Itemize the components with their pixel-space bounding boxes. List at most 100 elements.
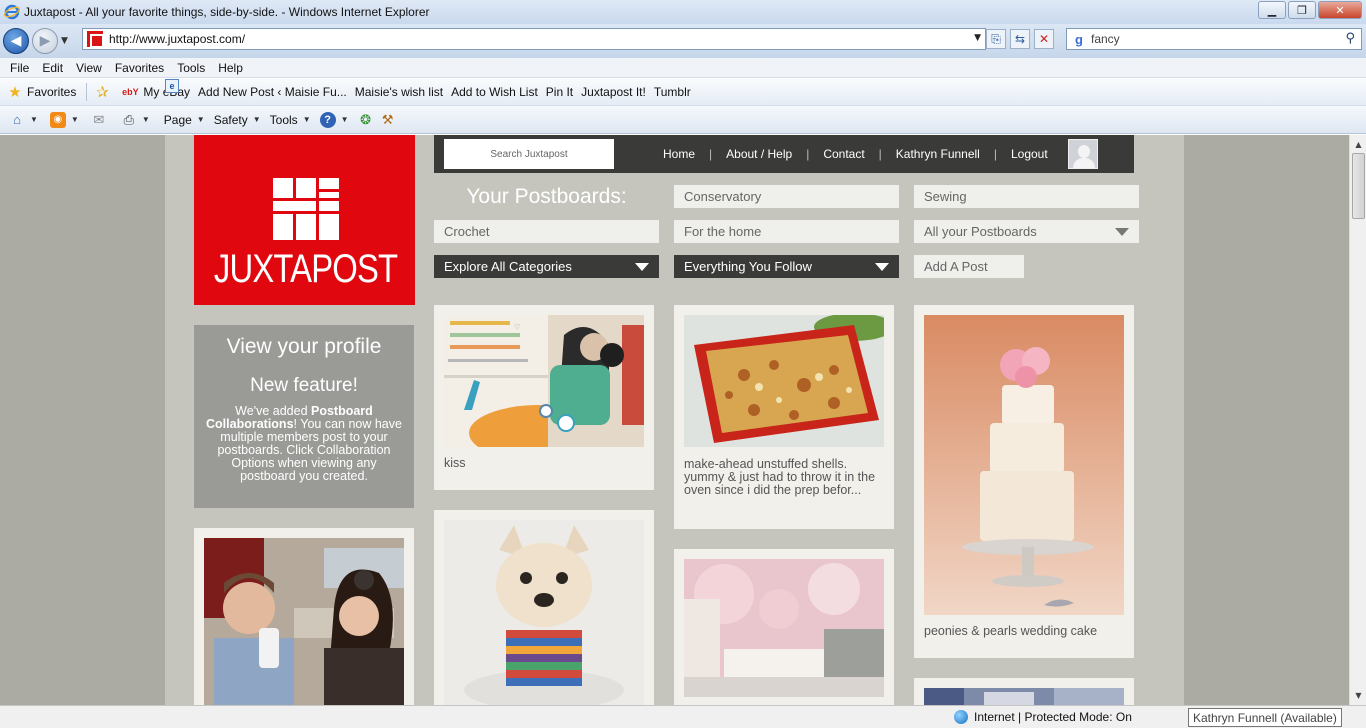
fav-link-tumblr[interactable]: e Tumblr: [165, 79, 691, 99]
fav-link-add-to-wish-list[interactable]: e Add to Wish List: [165, 79, 538, 99]
post-card[interactable]: [674, 549, 894, 705]
post-image-pasta[interactable]: [684, 315, 884, 447]
new-feature-title: New feature!: [250, 375, 358, 396]
forward-button[interactable]: ▶: [32, 28, 58, 54]
post-image-kiss[interactable]: ♡: [444, 315, 644, 447]
safety-menu[interactable]: Safety ▼: [214, 113, 261, 127]
url-text[interactable]: http://www.juxtapost.com/: [109, 32, 245, 46]
history-dropdown[interactable]: ▼: [61, 36, 68, 46]
address-dropdown[interactable]: ▼: [974, 33, 981, 43]
search-box[interactable]: g fancy ⚲: [1066, 28, 1362, 50]
address-tools: ⎘ ⇆ ✕: [986, 29, 1054, 49]
menu-edit[interactable]: Edit: [42, 61, 63, 75]
menu-help[interactable]: Help: [218, 61, 243, 75]
nav-home[interactable]: Home: [663, 147, 695, 161]
postboard-conservatory[interactable]: Conservatory: [674, 185, 899, 208]
post-image-party[interactable]: [204, 538, 404, 705]
postboards-heading: Your Postboards:: [466, 185, 627, 208]
logo-wordmark: JUXTAPOST: [213, 247, 398, 291]
research-button[interactable]: ❂: [358, 112, 374, 128]
nav-contact[interactable]: Contact: [823, 147, 864, 161]
mail-icon: ✉: [93, 111, 105, 127]
scroll-down-icon[interactable]: ▼: [1351, 688, 1366, 703]
fav-link-juxtapost-it[interactable]: e Juxtapost It!: [165, 79, 646, 99]
nav-user-name[interactable]: Kathryn Funnell: [896, 147, 980, 161]
nav-links: Home | About / Help | Contact | Kathryn …: [663, 147, 1048, 161]
tools-menu-label: Tools: [269, 112, 298, 127]
fav-link-label: Tumblr: [653, 85, 691, 99]
post-image-pink-room[interactable]: [684, 559, 884, 697]
post-image-bulldog[interactable]: [444, 520, 644, 705]
scroll-up-icon[interactable]: ▲: [1351, 137, 1366, 152]
post-card[interactable]: [434, 510, 654, 705]
post-card[interactable]: make-ahead unstuffed shells. yummy & jus…: [674, 305, 894, 529]
menu-view[interactable]: View: [76, 61, 102, 75]
nav-about-help[interactable]: About / Help: [726, 147, 792, 161]
juxtapost-page: JUXTAPOST View your profile New feature!…: [165, 135, 1184, 705]
chevron-down-icon: ▼: [30, 115, 38, 124]
postboard-crochet[interactable]: Crochet: [434, 220, 659, 243]
fav-link-my-ebay[interactable]: ebY My eBay: [122, 85, 190, 99]
addon-button[interactable]: ⚒: [380, 112, 396, 128]
fav-link-label: Add to Wish List: [451, 85, 538, 99]
site-search-input[interactable]: Search Juxtapost: [444, 139, 614, 169]
menu-tools[interactable]: Tools: [177, 61, 205, 75]
page-menu[interactable]: Page ▼: [164, 113, 205, 127]
search-magnifier-icon[interactable]: ⚲: [1345, 31, 1355, 46]
post-card[interactable]: ♡ kiss: [434, 305, 654, 490]
post-image-wedding-cake[interactable]: [924, 315, 1124, 615]
view-profile-link[interactable]: View your profile: [194, 335, 414, 359]
following-dropdown[interactable]: Everything You Follow: [674, 255, 899, 278]
fav-link-label: Add New Post ‹ Maisie Fu...: [198, 85, 347, 99]
fav-link-pin-it[interactable]: e Pin It: [165, 79, 573, 99]
tools-menu[interactable]: Tools ▼: [270, 113, 311, 127]
scroll-thumb[interactable]: [1352, 153, 1365, 219]
search-input[interactable]: fancy: [1091, 32, 1120, 46]
post-image-partial[interactable]: [924, 688, 1124, 705]
chevron-down-icon: ▼: [141, 115, 150, 124]
close-button[interactable]: ✕: [1318, 1, 1362, 19]
window-title: Juxtapost - All your favorite things, si…: [24, 5, 430, 19]
add-to-favorites-bar-button[interactable]: ✰: [95, 84, 114, 101]
read-mail-button[interactable]: ✉: [91, 112, 107, 128]
all-postboards-dropdown[interactable]: All your Postboards: [914, 220, 1139, 243]
favorites-button[interactable]: ★ Favorites: [8, 84, 76, 101]
postboard-sewing[interactable]: Sewing: [914, 185, 1139, 208]
post-caption: kiss: [444, 456, 466, 470]
compatibility-view-button[interactable]: ⎘: [986, 29, 1006, 49]
back-button[interactable]: ◀: [3, 28, 29, 54]
minimize-button[interactable]: ▁: [1258, 1, 1286, 19]
chevron-down-icon: ▼: [252, 115, 261, 124]
maximize-button[interactable]: ❐: [1288, 1, 1316, 19]
refresh-button[interactable]: ⇆: [1010, 29, 1030, 49]
post-card[interactable]: [914, 678, 1134, 705]
stop-button[interactable]: ✕: [1034, 29, 1054, 49]
security-zone[interactable]: Internet | Protected Mode: On: [954, 710, 1132, 724]
home-button[interactable]: ⌂ ▼: [9, 112, 38, 128]
juxtapost-logo[interactable]: JUXTAPOST: [194, 135, 415, 305]
juxtapost-grid-icon: [273, 178, 339, 240]
fav-link-add-new-post[interactable]: e Add New Post ‹ Maisie Fu...: [165, 79, 347, 99]
avatar[interactable]: [1067, 139, 1098, 169]
menu-favorites[interactable]: Favorites: [115, 61, 164, 75]
postboard-for-the-home[interactable]: For the home: [674, 220, 899, 243]
post-card[interactable]: peonies & pearls wedding cake: [914, 305, 1134, 658]
nav-logout[interactable]: Logout: [1011, 147, 1048, 161]
add-post-button[interactable]: Add A Post: [914, 255, 1024, 278]
profile-panel: View your profile New feature! We've add…: [194, 325, 414, 508]
post-card[interactable]: [194, 528, 414, 705]
post-caption: make-ahead unstuffed shells. yummy & jus…: [684, 457, 876, 497]
compatibility-icon: ⎘: [991, 31, 1001, 46]
feeds-button[interactable]: ◉ ▼: [49, 111, 79, 128]
vertical-scrollbar[interactable]: ▲ ▼: [1349, 135, 1366, 705]
following-label: Everything You Follow: [684, 259, 812, 274]
menu-file[interactable]: File: [10, 61, 29, 75]
print-button[interactable]: ⎙ ▼: [121, 112, 150, 128]
explore-categories-dropdown[interactable]: Explore All Categories: [434, 255, 659, 278]
back-arrow-icon: ◀: [10, 33, 22, 49]
favorites-star-icon: ★: [8, 84, 22, 101]
help-button[interactable]: ? ▼: [319, 111, 349, 128]
fav-link-wish-list[interactable]: e Maisie's wish list: [165, 79, 443, 99]
address-bar[interactable]: http://www.juxtapost.com/ ▼: [82, 28, 986, 50]
nav-separator: |: [806, 147, 810, 161]
